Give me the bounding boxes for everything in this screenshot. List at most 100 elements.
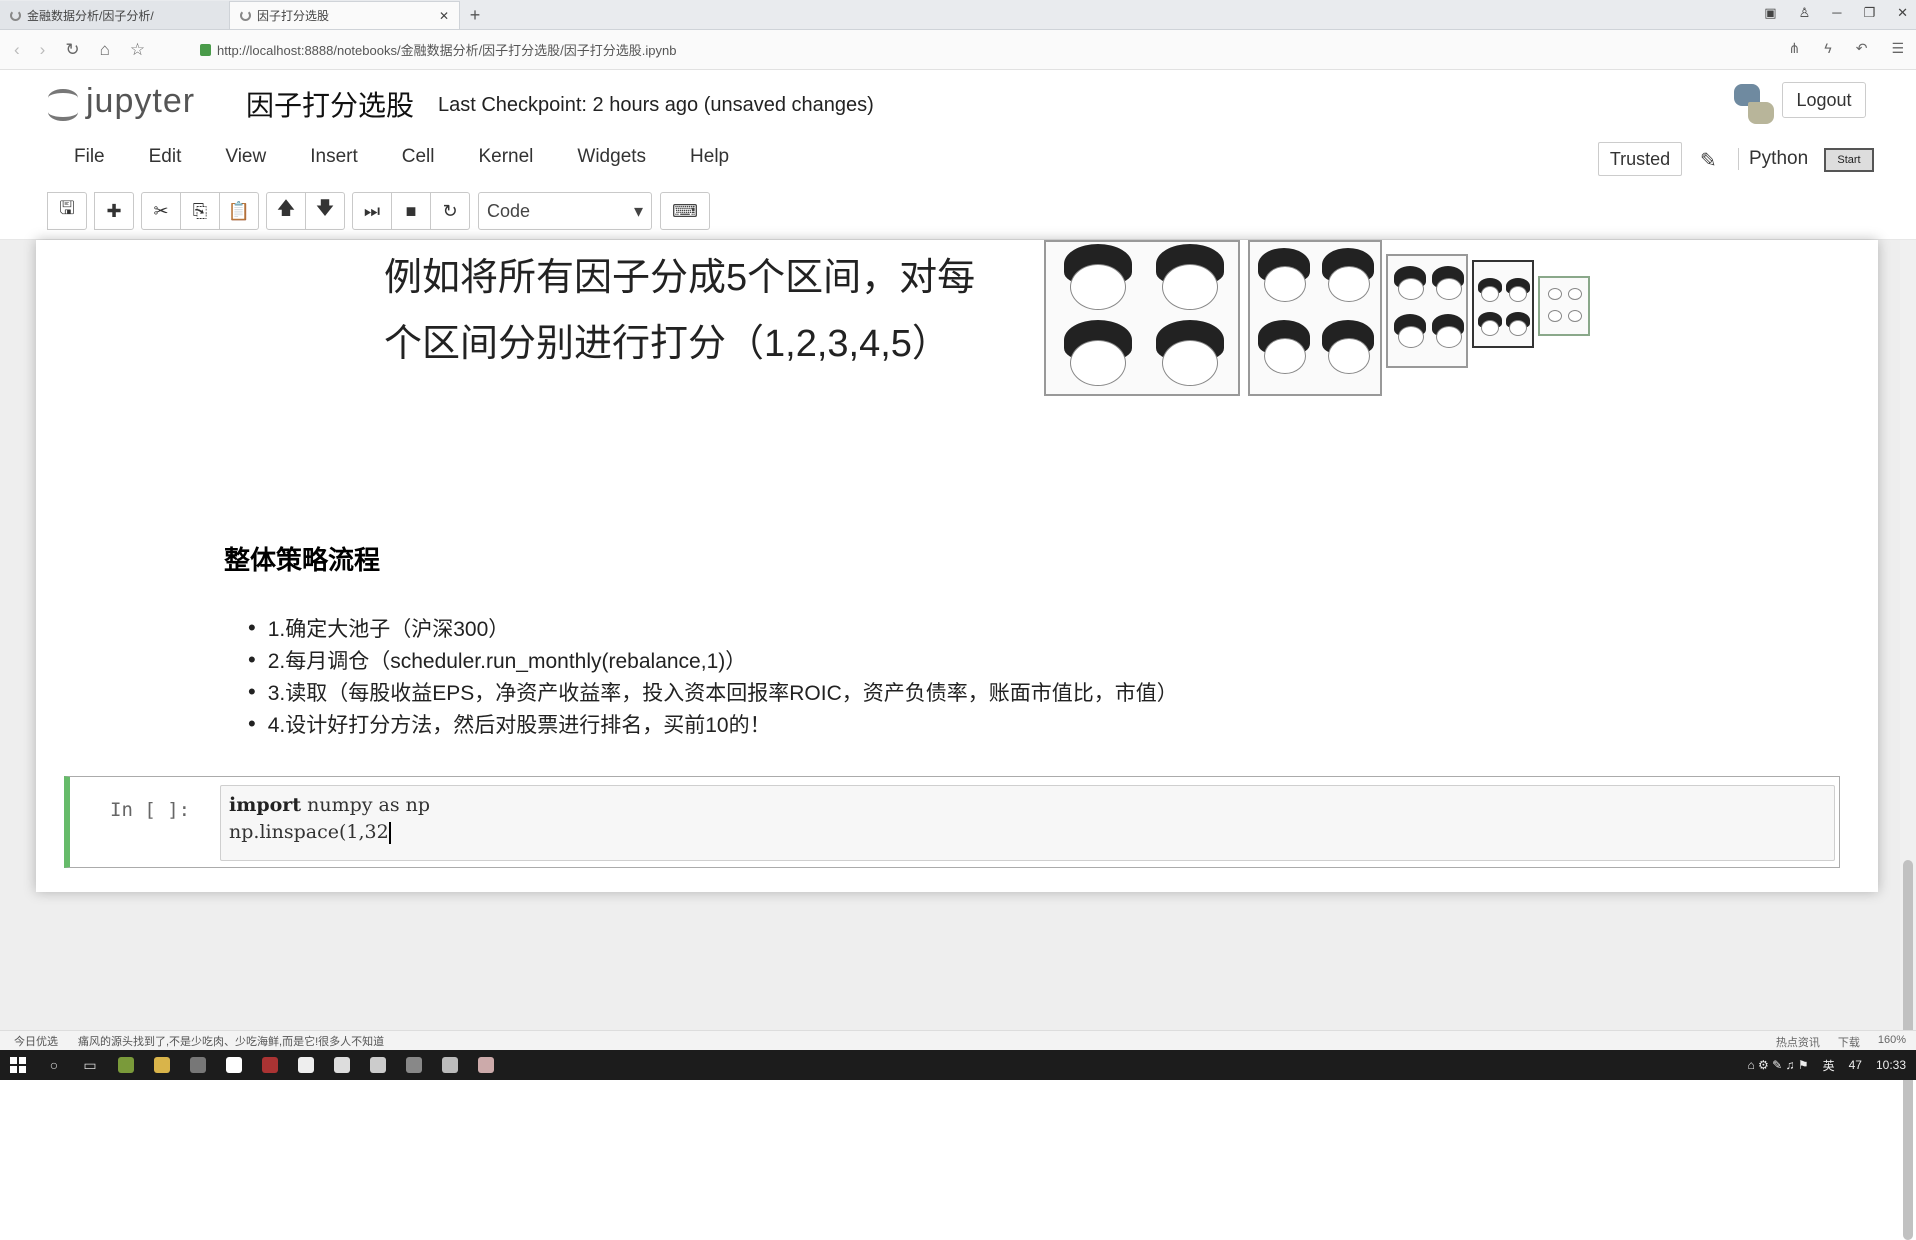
news-label[interactable]: 今日优选 — [14, 1033, 58, 1049]
notification-badge[interactable]: 47 — [1849, 1058, 1862, 1072]
code-line-2: np.linspace(1,32 — [229, 819, 1826, 846]
checkpoint-status: Last Checkpoint: 2 hours ago (unsaved ch… — [438, 94, 874, 116]
window-list-icon[interactable]: ▣ — [1764, 5, 1776, 21]
run-icon[interactable]: ⏭ — [352, 192, 392, 230]
notebook-title[interactable]: 因子打分选股 — [246, 84, 414, 124]
tab-label: 金融数据分析/因子分析/ — [27, 8, 154, 23]
menu-kernel[interactable]: Kernel — [456, 146, 555, 168]
trusted-indicator[interactable]: Trusted — [1598, 142, 1682, 176]
ime-indicator[interactable]: 英 — [1823, 1057, 1835, 1074]
jupyter-header: jupyter 因子打分选股 Last Checkpoint: 2 hours … — [0, 70, 1916, 240]
back-icon[interactable]: ‹ — [14, 40, 20, 60]
menu-cell[interactable]: Cell — [380, 146, 457, 168]
windows-start-icon[interactable] — [0, 1057, 36, 1073]
app-icon[interactable] — [288, 1050, 324, 1080]
meme-panel — [1044, 240, 1240, 396]
task-view-icon[interactable]: ▭ — [72, 1050, 108, 1080]
address-bar-row: ‹ › ↻ ⌂ ☆ http://localhost:8888/notebook… — [0, 30, 1916, 70]
browser-tab-2[interactable]: 因子打分选股 ✕ — [230, 1, 460, 29]
pencil-icon[interactable]: ✎ — [1700, 148, 1717, 173]
menu-icon[interactable]: ☰ — [1891, 40, 1904, 57]
app-icon[interactable] — [396, 1050, 432, 1080]
restore-icon[interactable]: ❐ — [1863, 5, 1875, 21]
address-bar-tools: ⋔ ϟ ↶ ☰ — [1789, 40, 1904, 57]
minimize-icon[interactable]: ─ — [1832, 5, 1841, 21]
new-tab-button[interactable]: + — [460, 1, 490, 29]
menu-widgets[interactable]: Widgets — [555, 146, 668, 168]
download-link[interactable]: 下载 — [1838, 1034, 1860, 1050]
cell-type-value: Code — [487, 200, 531, 221]
scrollbar[interactable] — [1900, 240, 1916, 1240]
reload-icon[interactable]: ↻ — [65, 40, 79, 60]
system-tray: ⌂ ⚙ ✎ ♫ ⚑ 英 47 10:33 — [1747, 1050, 1906, 1080]
copy-icon[interactable]: ⎘ — [180, 192, 220, 230]
home-icon[interactable]: ⌂ — [100, 40, 110, 60]
list-item: 1.确定大池子（沪深300） — [248, 612, 1178, 644]
menu-bar: File Edit View Insert Cell Kernel Widget… — [52, 146, 751, 168]
clock[interactable]: 10:33 — [1876, 1058, 1906, 1072]
forward-icon[interactable]: › — [40, 40, 46, 60]
meme-panel — [1248, 240, 1382, 396]
code-cell[interactable]: In [ ]: import numpy as np np.linspace(1… — [64, 776, 1840, 868]
app-icon[interactable] — [324, 1050, 360, 1080]
keyboard-icon[interactable]: ⌨ — [660, 192, 710, 230]
restart-icon[interactable]: ↻ — [430, 192, 470, 230]
url-field[interactable]: http://localhost:8888/notebooks/金融数据分析/因… — [200, 40, 677, 59]
jupyter-logo-text: jupyter — [86, 82, 196, 120]
stop-icon[interactable]: ■ — [391, 192, 431, 230]
star-icon[interactable]: ☆ — [130, 40, 145, 60]
meme-panel — [1386, 254, 1468, 368]
logout-button[interactable]: Logout — [1782, 82, 1866, 118]
app-icon[interactable] — [468, 1050, 504, 1080]
jupyter-logo[interactable]: jupyter — [46, 82, 195, 121]
app-icon[interactable] — [252, 1050, 288, 1080]
tab-label: 因子打分选股 — [257, 9, 330, 23]
news-bar: 今日优选 痛风的源头找到了,不是少吃肉、少吃海鲜,而是它!很多人不知道 热点资讯… — [0, 1030, 1916, 1050]
app-icon[interactable] — [360, 1050, 396, 1080]
taskbar: ○ ▭ ⌂ ⚙ ✎ ♫ ⚑ 英 47 10:33 — [0, 1050, 1916, 1080]
slide-text-line-1: 例如将所有因子分成5个区间，对每 — [384, 257, 976, 299]
search-icon[interactable]: ○ — [36, 1050, 72, 1080]
cut-icon[interactable]: ✂ — [141, 192, 181, 230]
menu-file[interactable]: File — [52, 146, 127, 168]
app-icon[interactable] — [432, 1050, 468, 1080]
cell-type-select[interactable]: Code ▾ — [478, 192, 652, 230]
hot-news-link[interactable]: 热点资讯 — [1776, 1034, 1820, 1050]
start-button[interactable]: Start — [1824, 148, 1874, 172]
code-editor[interactable]: import numpy as np np.linspace(1,32 — [220, 785, 1835, 861]
app-icon[interactable] — [180, 1050, 216, 1080]
tray-icons[interactable]: ⌂ ⚙ ✎ ♫ ⚑ — [1747, 1058, 1808, 1072]
slide-text: 例如将所有因子分成5个区间，对每 个区间分别进行打分（1,2,3,4,5） — [384, 245, 975, 377]
code-keyword: import — [229, 794, 302, 816]
list-item: 4.设计好打分方法，然后对股票进行排名，买前10的！ — [248, 708, 1178, 740]
jupyter-logo-icon — [46, 85, 80, 121]
menu-edit[interactable]: Edit — [127, 146, 204, 168]
add-cell-icon[interactable]: ✚ — [94, 192, 134, 230]
browser-tab-1[interactable]: 金融数据分析/因子分析/ — [0, 1, 230, 29]
app-icon[interactable] — [216, 1050, 252, 1080]
code-line-1: import numpy as np — [229, 792, 1826, 819]
shirt-icon[interactable]: ♙ — [1799, 5, 1811, 21]
paste-icon[interactable]: 📋 — [219, 192, 259, 230]
save-icon[interactable]: 🖫 — [47, 192, 87, 230]
zoom-level[interactable]: 160% — [1878, 1034, 1906, 1050]
move-up-icon[interactable]: 🡅 — [266, 192, 306, 230]
share-icon[interactable]: ⋔ — [1789, 40, 1801, 57]
news-headline[interactable]: 痛风的源头找到了,不是少吃肉、少吃海鲜,而是它!很多人不知道 — [78, 1033, 384, 1049]
menu-help[interactable]: Help — [668, 146, 751, 168]
move-down-icon[interactable]: 🡇 — [305, 192, 345, 230]
browser-app-icon[interactable] — [108, 1050, 144, 1080]
undo-icon[interactable]: ↶ — [1856, 40, 1868, 57]
security-icon — [200, 43, 211, 56]
close-tab-icon[interactable]: ✕ — [439, 9, 449, 23]
close-window-icon[interactable]: ✕ — [1897, 5, 1908, 21]
menu-insert[interactable]: Insert — [288, 146, 380, 168]
text-cursor — [388, 822, 391, 844]
folder-app-icon[interactable] — [144, 1050, 180, 1080]
strategy-steps: 1.确定大池子（沪深300） 2.每月调仓（scheduler.run_mont… — [248, 612, 1178, 740]
lightning-icon[interactable]: ϟ — [1824, 40, 1831, 57]
input-prompt: In [ ]: — [110, 799, 191, 821]
menu-view[interactable]: View — [203, 146, 288, 168]
status-right: 热点资讯 下载 160% — [1776, 1034, 1906, 1050]
meme-image — [1044, 240, 1590, 396]
